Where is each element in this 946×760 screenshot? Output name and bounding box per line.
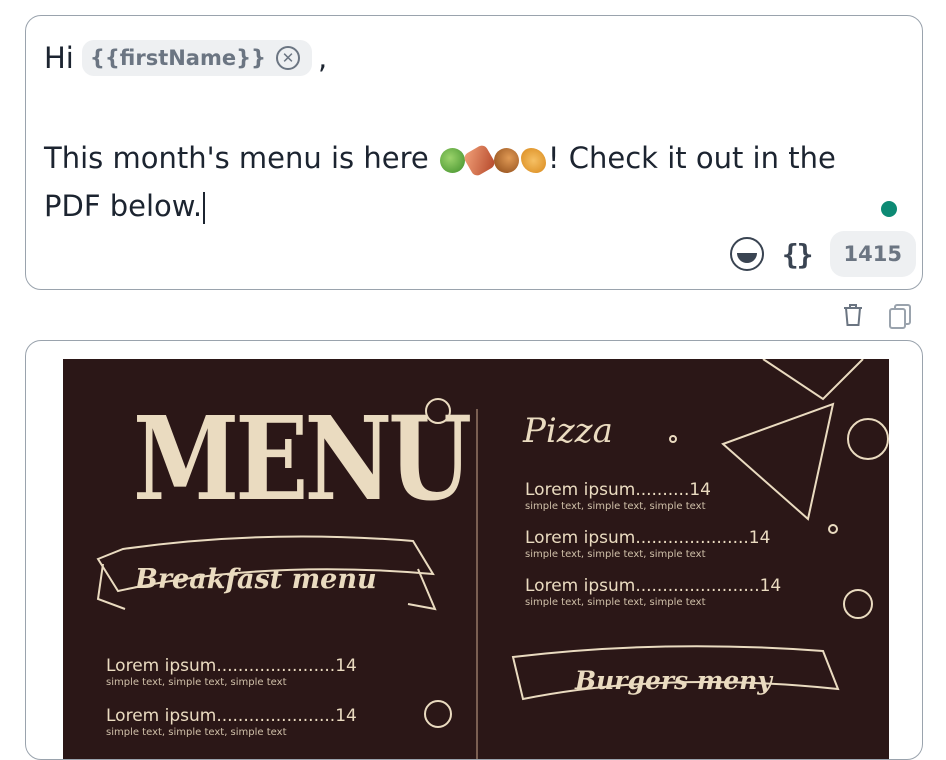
- breakfast-item: Lorem ipsum......................14 simp…: [106, 656, 357, 688]
- salad-emoji-icon: [439, 147, 465, 173]
- character-counter: 1415: [829, 231, 916, 277]
- item-name: Lorem ipsum..........14: [525, 480, 711, 500]
- item-description: simple text, simple text, simple text: [525, 501, 706, 512]
- text-cursor: [203, 192, 206, 224]
- pizza-item: Lorem ipsum.......................14 sim…: [525, 576, 781, 608]
- bacon-emoji-icon: [462, 142, 497, 178]
- body-text-start: This month's menu is here: [44, 141, 429, 175]
- item-name: Lorem ipsum.....................14: [525, 528, 771, 548]
- body-text-end: ! Check it out in the: [547, 141, 836, 175]
- greeting-text: Hi: [44, 41, 74, 75]
- close-icon[interactable]: ✕: [276, 46, 301, 70]
- food-emoji-group: [439, 142, 546, 178]
- poultry-leg-emoji-icon: [493, 147, 519, 173]
- breakfast-banner: Breakfast menu: [135, 564, 377, 595]
- item-description: simple text, simple text, simple text: [525, 549, 706, 560]
- pizza-heading: Pizza: [523, 411, 613, 451]
- pizza-item: Lorem ipsum..........14 simple text, sim…: [525, 480, 711, 512]
- pdf-attachment-card[interactable]: MENU Breakfast menu Pizza Burgers meny L…: [25, 340, 923, 760]
- item-name: Lorem ipsum.......................14: [525, 576, 782, 596]
- greeting-line: Hi {{firstName}} ✕ ,: [44, 34, 327, 82]
- variable-braces-icon[interactable]: {}: [782, 238, 814, 271]
- item-description: simple text, simple text, simple text: [106, 727, 287, 738]
- emoji-picker-icon[interactable]: [729, 237, 764, 271]
- burgers-banner: Burgers meny: [575, 666, 772, 695]
- composer-toolbar: {} 1415: [729, 231, 916, 277]
- variable-chip-label: {{firstName}}: [89, 46, 267, 70]
- message-editor[interactable]: Hi {{firstName}} ✕ , This month's menu i…: [25, 15, 923, 290]
- variable-chip[interactable]: {{firstName}} ✕: [81, 40, 313, 76]
- message-body[interactable]: This month's menu is here ! Check it out…: [44, 134, 884, 230]
- comma-text: ,: [318, 41, 328, 75]
- item-name: Lorem ipsum......................14: [106, 706, 357, 726]
- pizza-item: Lorem ipsum.....................14 simpl…: [525, 528, 770, 560]
- croissant-emoji-icon: [520, 147, 546, 173]
- menu-image: MENU Breakfast menu Pizza Burgers meny L…: [63, 359, 889, 759]
- body-text-line2: PDF below.: [44, 189, 203, 223]
- item-description: simple text, simple text, simple text: [106, 677, 287, 688]
- trash-icon[interactable]: [842, 303, 864, 327]
- status-dot: [881, 201, 897, 217]
- menu-title: MENU: [133, 391, 472, 527]
- copy-icon[interactable]: [888, 303, 912, 329]
- item-name: Lorem ipsum......................14: [106, 656, 357, 676]
- item-description: simple text, simple text, simple text: [525, 597, 706, 608]
- breakfast-item: Lorem ipsum......................14 simp…: [106, 706, 357, 738]
